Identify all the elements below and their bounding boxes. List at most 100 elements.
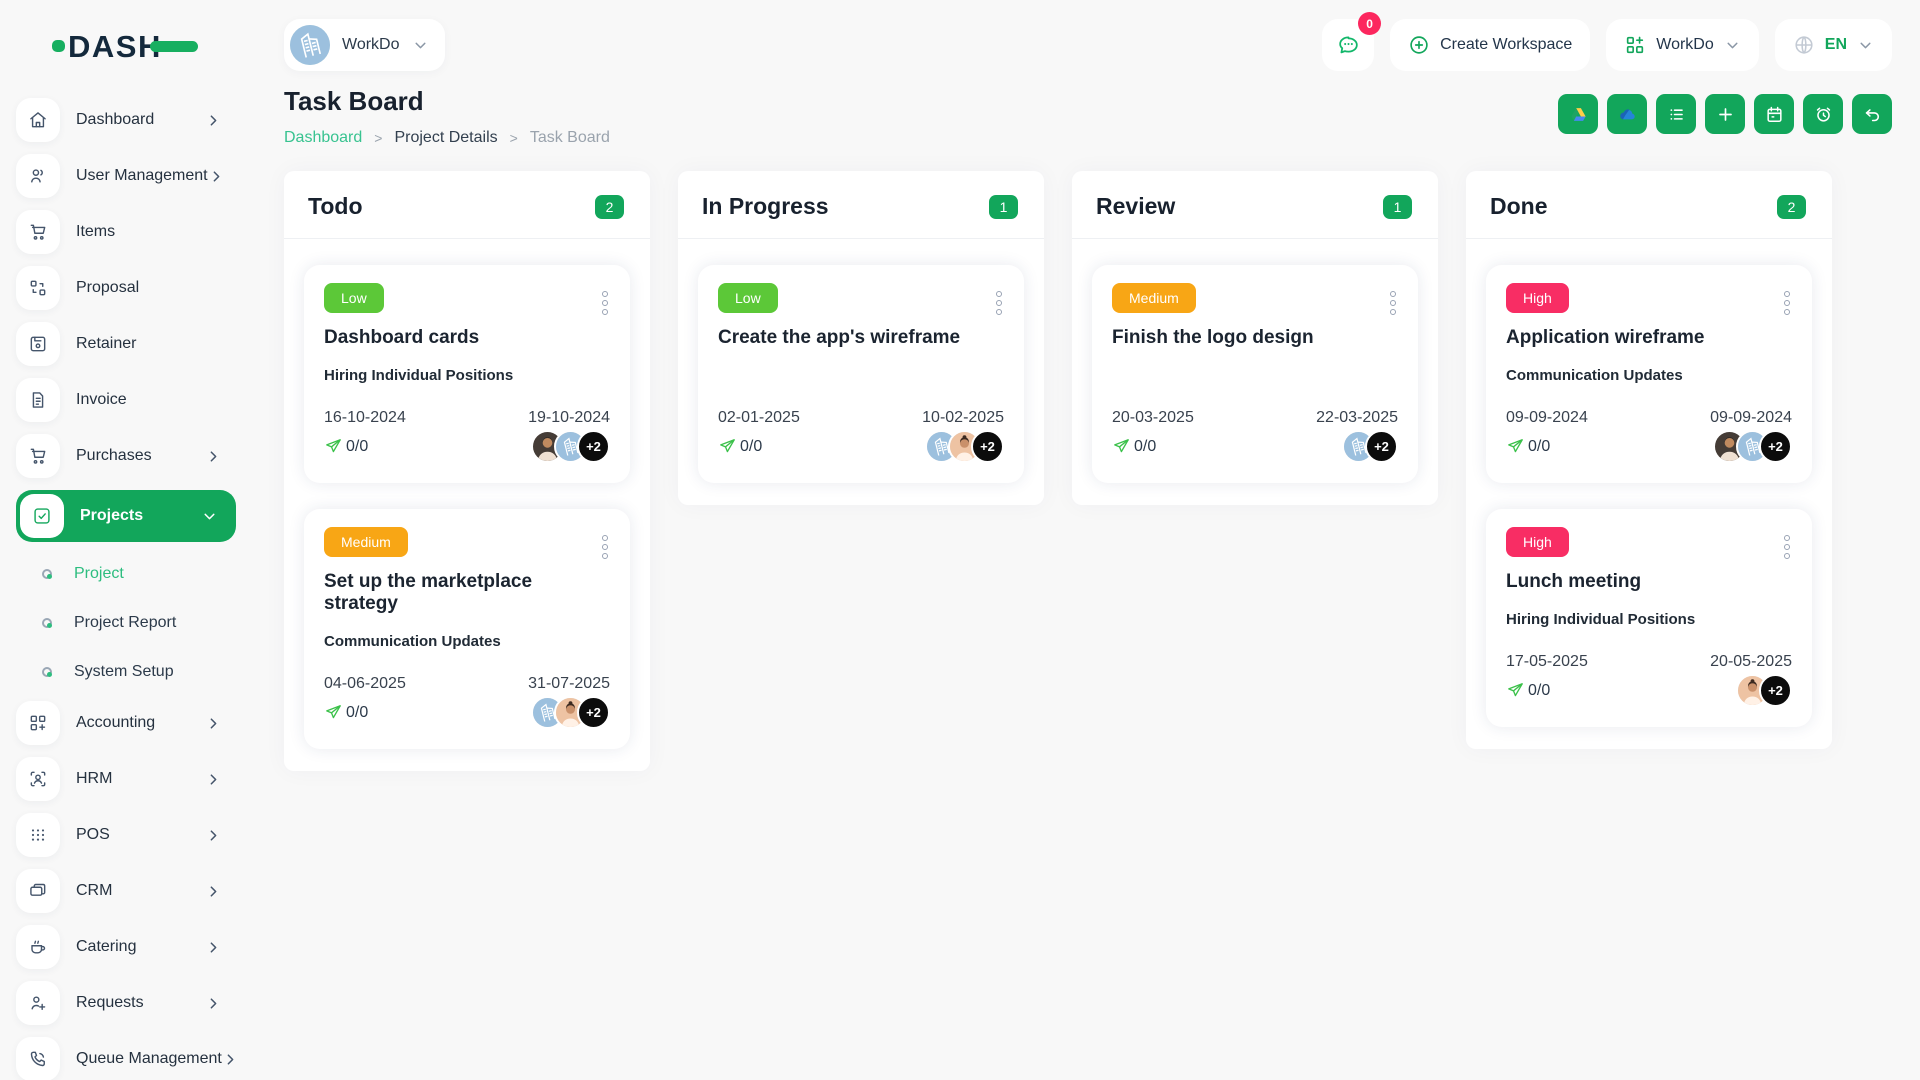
kebab-dot xyxy=(602,300,608,306)
end-date: 31-07-2025 xyxy=(528,675,610,692)
card-menu-button[interactable] xyxy=(1386,287,1400,319)
task-card[interactable]: Low Create the app's wireframe 02-01-2025 1… xyxy=(698,265,1024,483)
sidebar-item-label: Queue Management xyxy=(76,1050,222,1067)
sidebar-item-label: Projects xyxy=(80,507,144,524)
send-icon xyxy=(1112,437,1131,456)
sidebar-subitem-label: Project xyxy=(74,565,124,582)
end-date: 10-02-2025 xyxy=(922,409,1004,426)
sidebar-subitem-system-setup[interactable]: System Setup xyxy=(42,652,256,692)
sidebar-item-retainer[interactable]: Retainer xyxy=(16,322,236,366)
assignee-avatars: +2 xyxy=(531,696,610,729)
chevron-down-icon xyxy=(412,37,429,54)
card-menu-button[interactable] xyxy=(598,531,612,563)
card-menu-button[interactable] xyxy=(1780,531,1794,563)
task-dates: 09-09-2024 09-09-2024 xyxy=(1506,409,1792,427)
sidebar-item-items[interactable]: Items xyxy=(16,210,236,254)
breadcrumb-current: Task Board xyxy=(529,129,610,146)
priority-badge: High xyxy=(1506,283,1569,313)
task-card[interactable]: Low Dashboard cards Hiring Individual Posi… xyxy=(304,265,630,483)
chevron-down-icon xyxy=(1724,37,1741,54)
workspace-selector[interactable]: WorkDo xyxy=(284,19,445,71)
list-button[interactable] xyxy=(1656,94,1696,134)
sidebar-item-label: Dashboard xyxy=(76,111,155,128)
send-icon xyxy=(1506,437,1525,456)
sidebar-item-projects[interactable]: Projects xyxy=(16,490,236,542)
language-selector[interactable]: EN xyxy=(1774,19,1892,71)
sidebar-item-label: Retainer xyxy=(76,335,137,352)
column-count-badge: 1 xyxy=(1383,194,1412,219)
sidebar-item-invoice[interactable]: Invoice xyxy=(16,378,236,422)
breadcrumb-separator: > xyxy=(509,130,518,146)
chevron-down-icon xyxy=(201,508,218,525)
sidebar-item-dashboard[interactable]: Dashboard xyxy=(16,98,236,142)
task-card[interactable]: High Application wireframe Communication U… xyxy=(1486,265,1812,483)
kebab-dot xyxy=(1784,553,1790,559)
card-menu-button[interactable] xyxy=(598,287,612,319)
column-title: Done xyxy=(1490,193,1548,219)
sidebar-item-catering[interactable]: Catering xyxy=(16,925,236,969)
card-menu-button[interactable] xyxy=(1780,287,1794,319)
chevron-right-icon xyxy=(205,995,222,1012)
check-square-icon xyxy=(20,494,64,538)
sidebar-subitem-project[interactable]: Project xyxy=(42,554,256,594)
card-menu-button[interactable] xyxy=(992,287,1006,319)
breadcrumb-separator: > xyxy=(374,130,383,146)
priority-badge: Low xyxy=(324,283,384,313)
board-column-review: Review 1 Medium Finish the logo design 20-03… xyxy=(1072,171,1438,505)
workdo-apps-label: WorkDo xyxy=(1656,36,1714,53)
onedrive-button[interactable] xyxy=(1607,94,1647,134)
sidebar-item-accounting[interactable]: Accounting xyxy=(16,701,236,745)
sidebar-item-label: Invoice xyxy=(76,391,127,408)
sidebar-item-queue-management[interactable]: Queue Management xyxy=(16,1037,236,1080)
breadcrumb-project-details[interactable]: Project Details xyxy=(394,129,497,147)
column-cards: Low Create the app's wireframe 02-01-2025 1… xyxy=(678,239,1044,505)
plus-icon xyxy=(1716,105,1735,124)
sidebar-item-purchases[interactable]: Purchases xyxy=(16,434,236,478)
column-cards: Low Dashboard cards Hiring Individual Posi… xyxy=(284,239,650,771)
task-card[interactable]: Medium Set up the marketplace strategy Com… xyxy=(304,509,630,749)
priority-badge: Medium xyxy=(324,527,408,557)
plus-button[interactable] xyxy=(1705,94,1745,134)
task-title: Create the app's wireframe xyxy=(718,327,961,348)
breadcrumb-dashboard[interactable]: Dashboard xyxy=(284,129,362,147)
workdo-apps-button[interactable]: WorkDo xyxy=(1606,19,1759,71)
kebab-dot xyxy=(1784,535,1790,541)
undo-button[interactable] xyxy=(1852,94,1892,134)
send-icon xyxy=(718,437,737,456)
sidebar-item-proposal[interactable]: Proposal xyxy=(16,266,236,310)
column-count-badge: 2 xyxy=(1777,194,1806,219)
calendar-button[interactable] xyxy=(1754,94,1794,134)
start-date: 20-03-2025 xyxy=(1112,409,1194,426)
task-dates: 02-01-2025 10-02-2025 xyxy=(718,409,1004,427)
sidebar-item-pos[interactable]: POS xyxy=(16,813,236,857)
topbar-actions: 0 Create Workspace WorkDo EN xyxy=(1322,12,1892,71)
queue-icon xyxy=(16,1037,60,1080)
brand-logo[interactable]: DASH xyxy=(52,22,256,70)
column-header: Todo 2 xyxy=(284,171,650,238)
sidebar-item-user-management[interactable]: User Management xyxy=(16,154,236,198)
alarm-button[interactable] xyxy=(1803,94,1843,134)
end-date: 09-09-2024 xyxy=(1710,409,1792,426)
task-card[interactable]: Medium Finish the logo design 20-03-2025 22… xyxy=(1092,265,1418,483)
google-drive-button[interactable] xyxy=(1558,94,1598,134)
task-milestone xyxy=(718,367,1004,385)
task-card[interactable]: High Lunch meeting Hiring Individual Posit… xyxy=(1486,509,1812,727)
progress-value: 0/0 xyxy=(1528,437,1551,455)
sidebar-item-crm[interactable]: CRM xyxy=(16,869,236,913)
messages-button[interactable]: 0 xyxy=(1322,12,1382,71)
cart-icon xyxy=(16,434,60,478)
column-cards: High Application wireframe Communication U… xyxy=(1466,239,1832,749)
start-date: 02-01-2025 xyxy=(718,409,800,426)
subtask-progress: 0/0 xyxy=(324,437,368,456)
sidebar-item-hrm[interactable]: HRM xyxy=(16,757,236,801)
column-count-badge: 2 xyxy=(595,194,624,219)
chevron-right-icon xyxy=(205,827,222,844)
globe-icon xyxy=(1793,34,1815,56)
sidebar-item-label: HRM xyxy=(76,770,113,787)
sidebar-subitem-project-report[interactable]: Project Report xyxy=(42,603,256,643)
priority-badge: Medium xyxy=(1112,283,1196,313)
start-date: 16-10-2024 xyxy=(324,409,406,426)
sidebar-item-requests[interactable]: Requests xyxy=(16,981,236,1025)
end-date: 22-03-2025 xyxy=(1316,409,1398,426)
create-workspace-button[interactable]: Create Workspace xyxy=(1390,19,1591,71)
